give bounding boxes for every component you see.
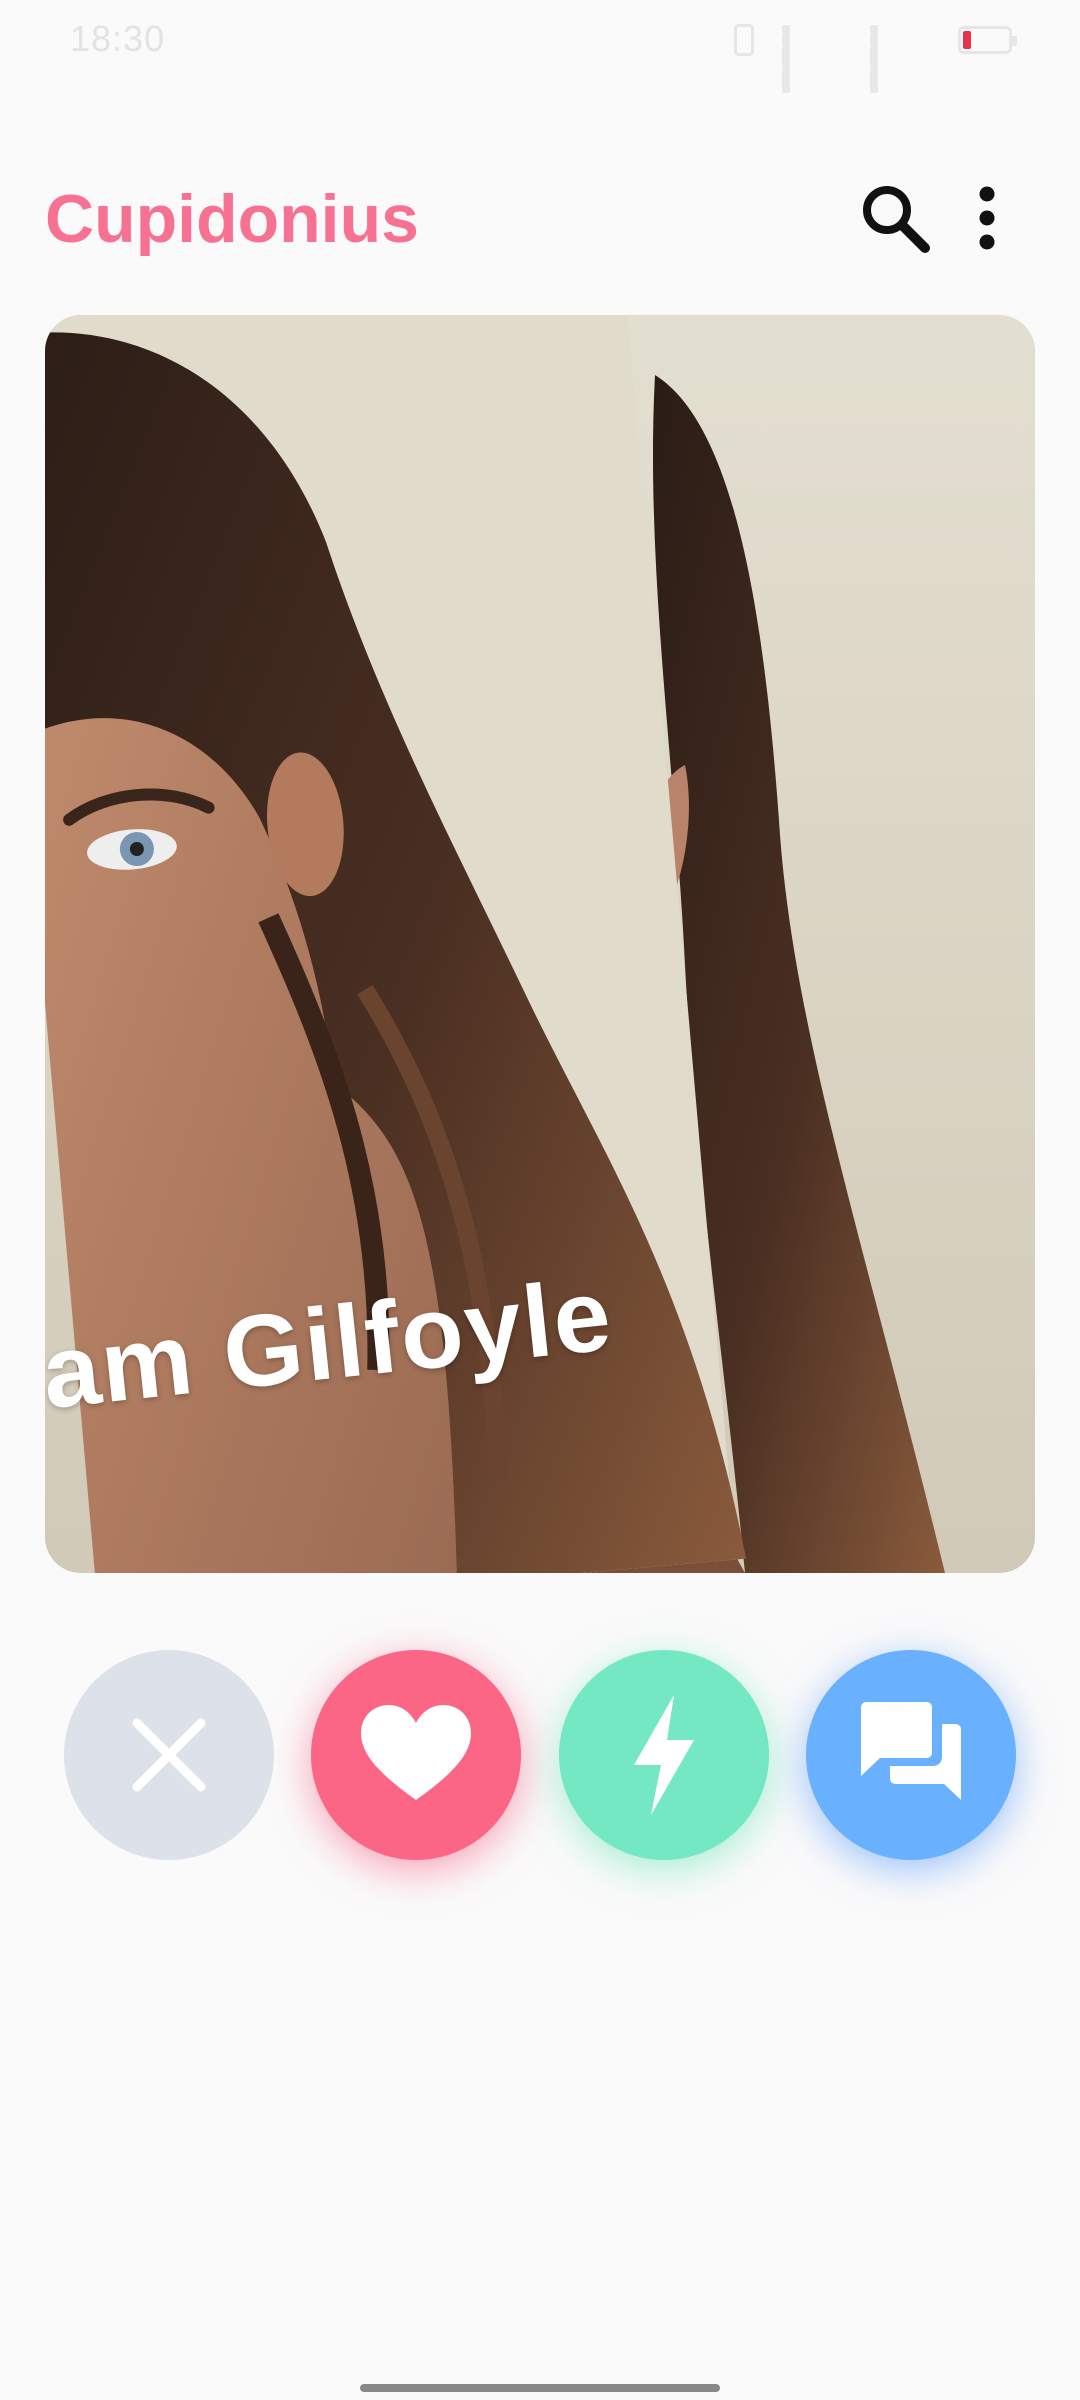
chat-icon [861,1702,961,1800]
lightning-icon [634,1695,694,1815]
close-icon [132,1718,206,1792]
status-time: 18:30 [70,18,166,59]
like-button[interactable] [311,1650,521,1860]
vibrate-icon [734,24,754,56]
more-vert-icon [979,186,995,250]
boost-button[interactable] [559,1650,769,1860]
home-indicator[interactable] [360,2384,720,2392]
status-icons [734,24,1017,93]
battery-icon [958,26,1017,54]
cell-signal-icon [870,25,930,93]
app-title: Cupidonius [45,181,419,257]
status-bar: 18:30 [0,0,1080,93]
heart-icon [361,1705,471,1800]
search-button[interactable] [855,178,935,258]
more-options-button[interactable] [955,178,1019,258]
search-icon [863,186,930,253]
chat-button[interactable] [806,1650,1016,1860]
wifi-signal-icon [782,25,842,93]
profile-card[interactable]: Liam Gilfoyle [45,315,1035,1573]
dislike-button[interactable] [64,1650,274,1860]
action-bar [0,1650,1080,1860]
